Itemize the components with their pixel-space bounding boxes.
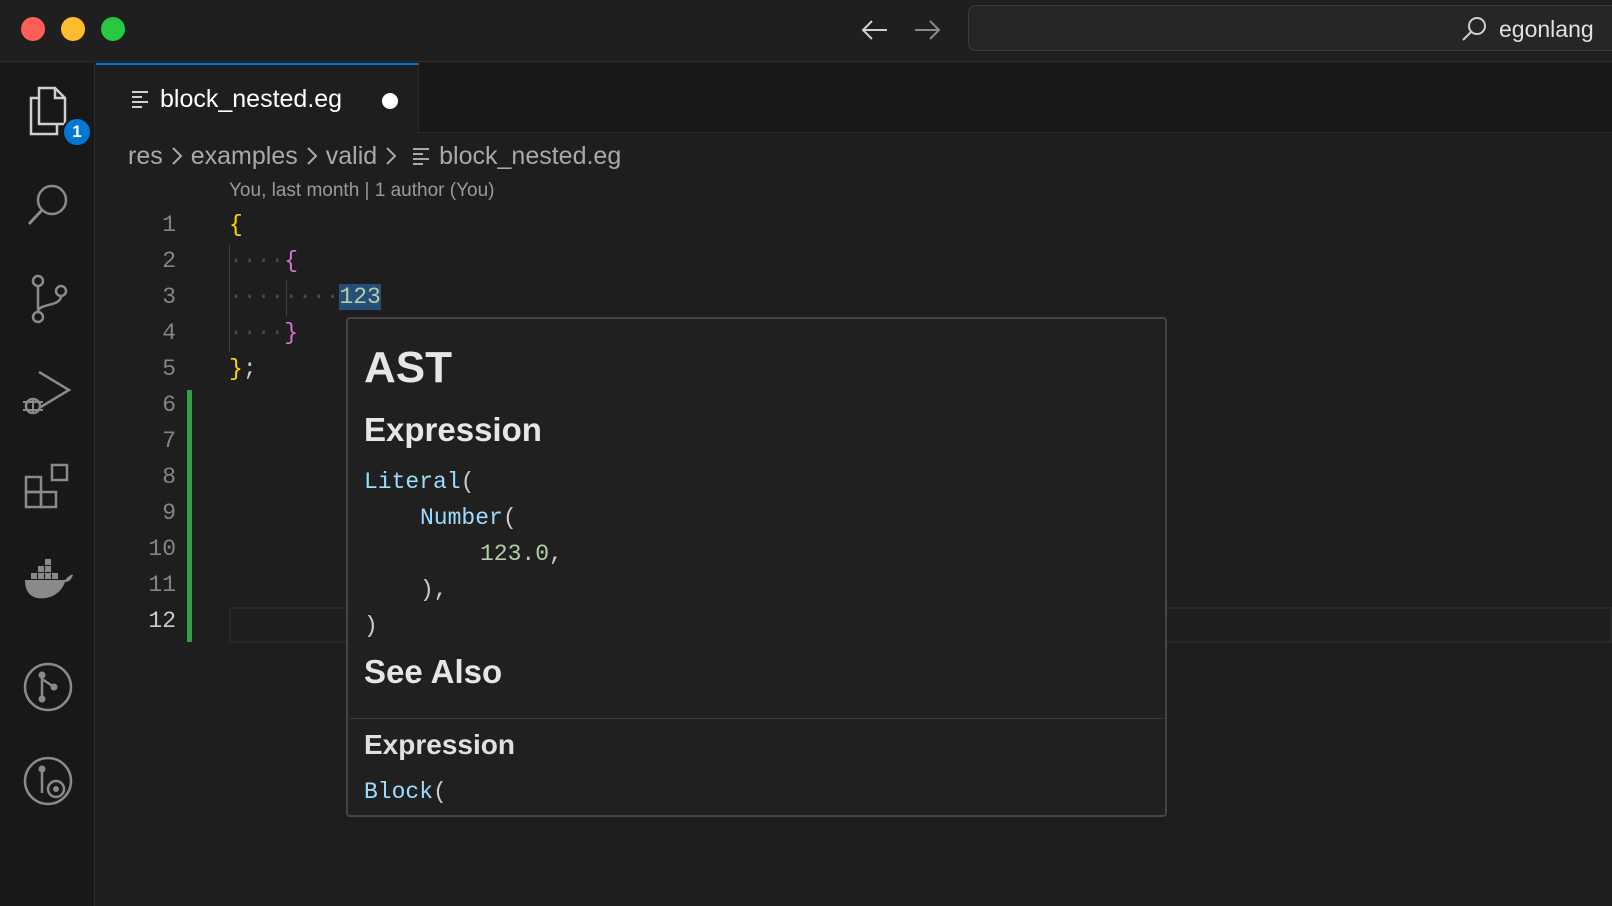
line-number: 2 (162, 248, 176, 274)
paren: ( (433, 779, 447, 805)
activity-bar: 1 (0, 63, 95, 906)
whitespace: ···· (229, 320, 285, 346)
type-name: Block (364, 779, 434, 805)
paren: ( (460, 469, 475, 495)
command-center-search[interactable]: egonlang (968, 5, 1612, 51)
code-line-3[interactable]: ········123 (229, 284, 381, 310)
brace: } (284, 320, 299, 346)
minimize-window-button[interactable] (61, 17, 85, 41)
hover-tooltip[interactable]: AST Expression Literal( Number( 123.0, )… (346, 317, 1167, 817)
code-line-1[interactable]: { (229, 212, 243, 238)
line-number: 11 (148, 572, 176, 598)
forward-arrow-icon[interactable] (910, 14, 944, 46)
brace: { (284, 248, 299, 274)
hover-code-line: Block( (364, 779, 447, 805)
type-name: Literal (364, 469, 461, 495)
hover-divider (350, 718, 1163, 719)
hover-title: AST (364, 343, 452, 392)
git-added-lines-marker[interactable] (187, 390, 192, 642)
extensions-icon[interactable] (20, 459, 76, 515)
hover-section-expression: Expression (364, 411, 542, 448)
number-literal: 123 (339, 284, 381, 310)
whitespace: ···· (229, 248, 285, 274)
search-icon (1461, 16, 1487, 42)
text-file-icon (130, 89, 150, 114)
unsaved-dot-icon[interactable] (382, 93, 398, 109)
line-number: 8 (162, 464, 176, 490)
number-literal: 123.0 (480, 541, 550, 567)
line-number: 5 (162, 356, 176, 382)
gitlens-icon[interactable] (20, 753, 76, 809)
run-debug-icon[interactable] (20, 365, 76, 421)
semicolon: ; (242, 356, 257, 382)
line-number: 7 (162, 428, 176, 454)
brace: } (229, 356, 243, 382)
breadcrumb-item-res[interactable]: res (128, 142, 163, 171)
hover-code-line: ) (364, 613, 378, 639)
code-line-4[interactable]: ····} (229, 320, 298, 346)
tab-block-nested[interactable]: block_nested.eg (96, 63, 419, 133)
breadcrumb-item-valid[interactable]: valid (326, 142, 377, 171)
chevron-right-icon (165, 146, 189, 166)
line-number: 4 (162, 320, 176, 346)
code-line-2[interactable]: ····{ (229, 248, 298, 274)
line-number: 10 (148, 536, 176, 562)
chevron-right-icon (300, 146, 324, 166)
hover-code-line: 123.0, (480, 541, 563, 567)
hover-code-line: Number( (420, 505, 517, 531)
type-name: Number (420, 505, 503, 531)
breadcrumb-item-file[interactable]: block_nested.eg (439, 142, 621, 171)
search-icon[interactable] (20, 177, 76, 233)
paren: ( (502, 505, 517, 531)
title-bar: egonlang (0, 0, 1612, 62)
comma: , (549, 541, 563, 567)
code-line-5[interactable]: }; (229, 356, 257, 382)
hover-code-line: ), (420, 577, 448, 603)
explorer-badge: 1 (62, 117, 92, 147)
maximize-window-button[interactable] (101, 17, 125, 41)
tab-label: block_nested.eg (160, 85, 343, 113)
whitespace: ···· (229, 284, 285, 310)
line-number-active: 12 (148, 608, 176, 634)
line-number: 9 (162, 500, 176, 526)
source-control-icon[interactable] (20, 271, 76, 327)
back-arrow-icon[interactable] (858, 14, 892, 46)
line-number: 3 (162, 284, 176, 310)
hover-code-line: Literal( (364, 469, 474, 495)
breadcrumb: res examples valid block_nested.eg (128, 138, 621, 174)
explorer-files-icon[interactable]: 1 (20, 83, 92, 147)
brace: { (229, 212, 243, 238)
hover-section-expression-2: Expression (364, 729, 515, 760)
line-number: 6 (162, 392, 176, 418)
line-number: 1 (162, 212, 176, 238)
editor-tab-bar: block_nested.eg (96, 63, 1612, 133)
text-file-icon (411, 146, 431, 166)
whitespace: ···· (284, 284, 340, 310)
docker-icon[interactable] (20, 553, 76, 609)
close-window-button[interactable] (21, 17, 45, 41)
command-center-label: egonlang (1499, 16, 1594, 42)
git-blame-codelens[interactable]: You, last month | 1 author (You) (229, 180, 494, 202)
git-graph-icon[interactable] (20, 659, 76, 715)
hover-section-see-also: See Also (364, 653, 503, 690)
breadcrumb-item-examples[interactable]: examples (191, 142, 298, 171)
chevron-right-icon (379, 146, 403, 166)
